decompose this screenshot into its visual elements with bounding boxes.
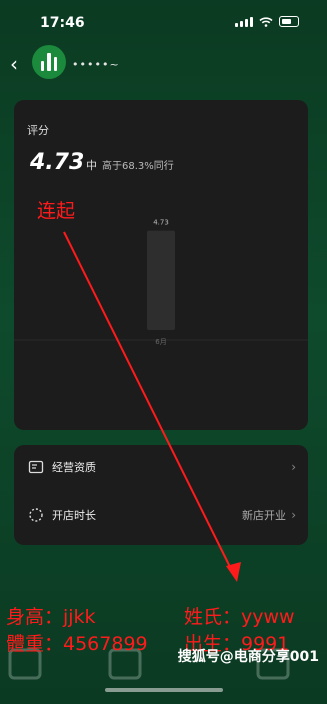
- status-bar: 17:46: [0, 0, 327, 44]
- store-logo-icon: [41, 53, 57, 71]
- chart-data-label: 4.73: [153, 219, 169, 227]
- home-indicator: [105, 688, 223, 692]
- chart-tick-label: 6月: [155, 338, 166, 346]
- annotation-surname: 姓氏：yyww: [184, 606, 295, 628]
- store-avatar: [32, 45, 66, 79]
- score-value: 4.73: [30, 150, 85, 175]
- score-chart: 4.73 6月: [14, 219, 308, 346]
- back-chevron-icon[interactable]: ‹: [10, 52, 18, 76]
- info-row-qualification[interactable]: 经营资质 ›: [14, 445, 308, 489]
- wifi-icon: [259, 16, 273, 27]
- license-icon: [28, 460, 44, 474]
- annotation-weight: 體重：4567899: [6, 633, 148, 655]
- info-row-label: 经营资质: [52, 461, 96, 474]
- header: ‹ •••••~: [0, 44, 327, 84]
- battery-icon: [279, 16, 299, 27]
- chart-bar: [147, 230, 175, 330]
- info-row-value: 新店开业: [242, 509, 286, 522]
- score-level: 中: [86, 159, 97, 172]
- score-compare-text: 高于68.3%同行: [102, 161, 174, 172]
- annotation-link-text: 连起: [37, 200, 76, 222]
- annotation-height: 身高：jjkk: [6, 606, 96, 628]
- status-icons: [235, 16, 299, 27]
- score-card: 评分 4.73 中 高于68.3%同行 4.73 6月: [14, 100, 308, 430]
- info-card: 经营资质 › 开店时长 新店开业 ›: [14, 445, 308, 545]
- watermark: 搜狐号@电商分享001: [177, 649, 319, 665]
- store-name: •••••~: [72, 58, 120, 71]
- info-row-store-age[interactable]: 开店时长 新店开业 ›: [14, 493, 308, 537]
- score-title: 评分: [27, 124, 49, 137]
- chevron-right-icon: ›: [291, 460, 296, 474]
- clock-dashed-icon: [29, 508, 43, 522]
- status-time: 17:46: [40, 15, 85, 31]
- chevron-right-icon: ›: [291, 508, 296, 522]
- signal-icon: [235, 16, 253, 27]
- info-row-label: 开店时长: [52, 509, 96, 522]
